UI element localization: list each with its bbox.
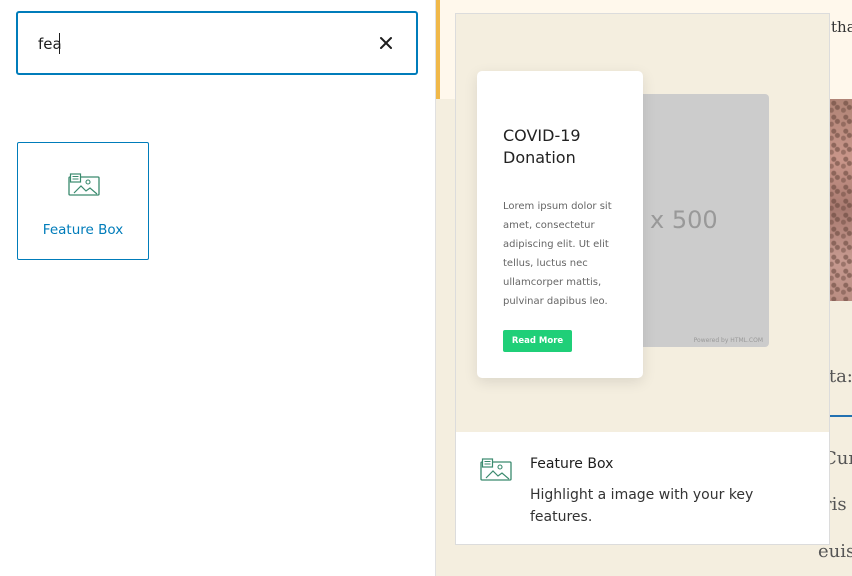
block-item-label: Feature Box [42, 222, 124, 238]
feature-box-icon [68, 173, 100, 196]
block-preview-title: Feature Box [530, 456, 614, 472]
block-inserter-panel: Feature Box [0, 0, 436, 576]
block-search[interactable] [16, 11, 418, 75]
block-preview: x 500 Powered by HTML.COM COVID-19 Donat… [455, 13, 830, 545]
placeholder-image: x 500 Powered by HTML.COM [634, 94, 769, 347]
feature-card-title: COVID-19 Donation [503, 126, 581, 167]
block-inserter-screen: tha ota: Cur ris euis Feature Box [0, 0, 852, 576]
feature-box-icon [480, 458, 512, 481]
feature-card: COVID-19 Donation Lorem ipsum dolor sit … [477, 71, 643, 378]
editor-divider [829, 415, 852, 417]
placeholder-powered-text: Powered by HTML.COM [693, 337, 763, 344]
clear-search-button[interactable] [374, 31, 398, 55]
block-preview-description: Highlight a image with your key features… [530, 487, 754, 525]
block-preview-example: x 500 Powered by HTML.COM COVID-19 Donat… [456, 14, 829, 432]
placeholder-size-text: x 500 [650, 206, 718, 234]
block-search-input[interactable] [38, 31, 368, 57]
close-icon [380, 37, 392, 49]
editor-image [829, 99, 852, 301]
read-more-button: Read More [503, 330, 572, 352]
block-preview-info: Feature Box Highlight a image with your … [456, 432, 829, 544]
text-caret [59, 33, 60, 54]
notice-text: tha [831, 18, 852, 36]
block-item-feature-box[interactable]: Feature Box [17, 142, 149, 260]
feature-card-body: Lorem ipsum dolor sit amet, consectetur … [503, 201, 612, 307]
